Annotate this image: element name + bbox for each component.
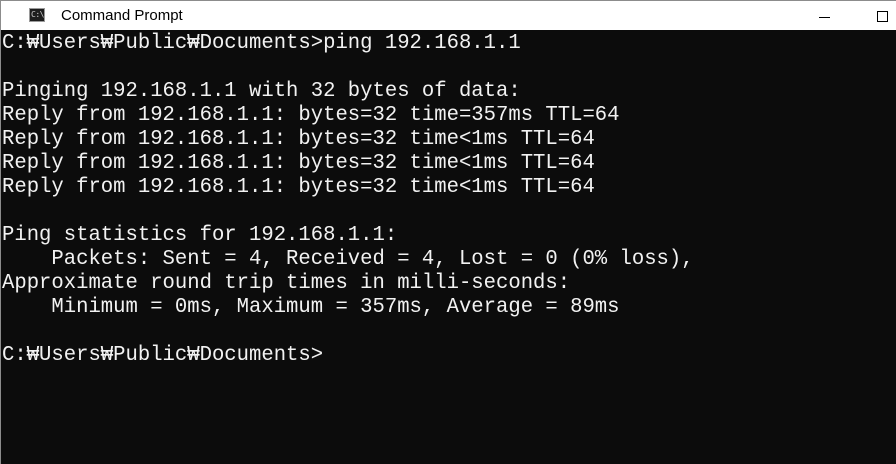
maximize-icon — [877, 11, 888, 22]
title-bar[interactable]: C:\ Command Prompt — [1, 0, 896, 30]
console-line: Packets: Sent = 4, Received = 4, Lost = … — [2, 248, 694, 271]
window-title: Command Prompt — [61, 7, 183, 24]
console-line: C:₩Users₩Public₩Documents>ping 192.168.1… — [2, 32, 521, 55]
console-line: Ping statistics for 192.168.1.1: — [2, 224, 398, 247]
console-line: Reply from 192.168.1.1: bytes=32 time<1m… — [2, 176, 595, 199]
minimize-icon — [819, 17, 830, 18]
console-line: Reply from 192.168.1.1: bytes=32 time<1m… — [2, 128, 595, 151]
console-line: Minimum = 0ms, Maximum = 357ms, Average … — [2, 296, 620, 319]
console-line: Reply from 192.168.1.1: bytes=32 time=35… — [2, 104, 620, 127]
console-line: Approximate round trip times in milli-se… — [2, 272, 571, 295]
console-prompt-line[interactable]: C:₩Users₩Public₩Documents> — [2, 344, 879, 368]
command-prompt-window: C:\ Command Prompt C:₩Users₩Public₩Docum… — [0, 0, 896, 464]
cmd-icon-glyph: C:\ — [31, 10, 44, 19]
minimize-button[interactable] — [801, 1, 847, 31]
console-output[interactable]: C:₩Users₩Public₩Documents>ping 192.168.1… — [1, 30, 896, 464]
maximize-button[interactable] — [861, 1, 896, 31]
console-line: Pinging 192.168.1.1 with 32 bytes of dat… — [2, 80, 521, 103]
cmd-icon: C:\ — [29, 8, 45, 22]
console-line: Reply from 192.168.1.1: bytes=32 time<1m… — [2, 152, 595, 175]
